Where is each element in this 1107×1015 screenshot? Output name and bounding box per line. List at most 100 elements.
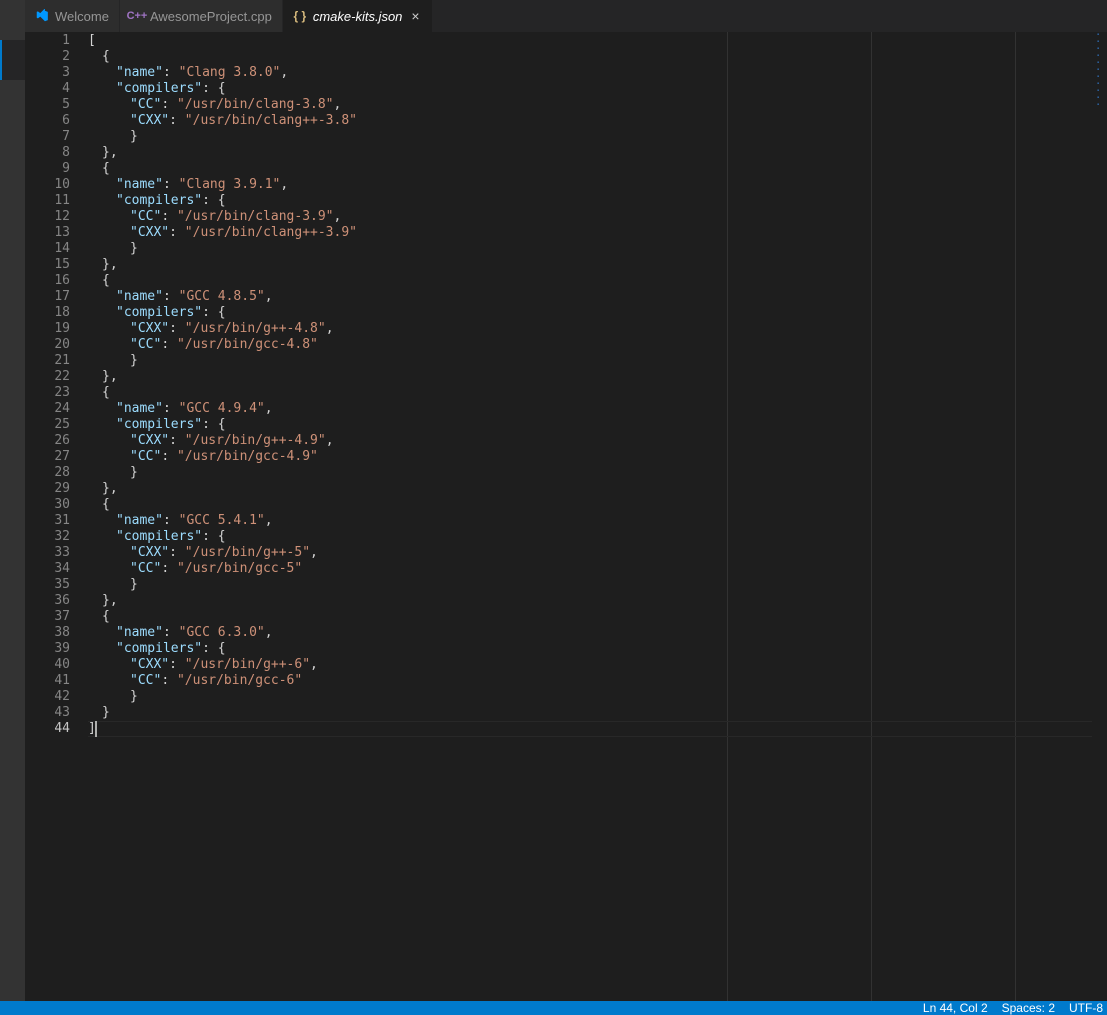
code-line[interactable]: "name": "Clang 3.9.1", [88, 177, 1107, 193]
code-line[interactable]: "CXX": "/usr/bin/g++-5", [88, 545, 1107, 561]
code-line[interactable]: } [88, 241, 1107, 257]
code-line[interactable]: [ [88, 33, 1107, 49]
code-line[interactable]: "CC": "/usr/bin/gcc-6" [88, 673, 1107, 689]
code-line[interactable]: ] [88, 721, 1107, 737]
line-number: 5 [25, 97, 70, 113]
code-line[interactable]: { [88, 497, 1107, 513]
line-number: 27 [25, 449, 70, 465]
tab-label: AwesomeProject.cpp [150, 9, 272, 24]
code-line[interactable]: "CC": "/usr/bin/gcc-4.9" [88, 449, 1107, 465]
status-encoding[interactable]: UTF-8 [1069, 1001, 1103, 1015]
code-line[interactable]: }, [88, 481, 1107, 497]
code-line[interactable]: "compilers": { [88, 529, 1107, 545]
code-line[interactable]: }, [88, 593, 1107, 609]
line-number: 7 [25, 129, 70, 145]
code-line[interactable]: "CC": "/usr/bin/gcc-5" [88, 561, 1107, 577]
close-icon[interactable]: × [408, 9, 422, 23]
line-number: 16 [25, 273, 70, 289]
line-number: 24 [25, 401, 70, 417]
code-line[interactable]: "name": "GCC 4.8.5", [88, 289, 1107, 305]
code-line[interactable]: "name": "GCC 6.3.0", [88, 625, 1107, 641]
line-number: 44 [25, 721, 70, 737]
text-cursor [95, 721, 97, 737]
line-number: 31 [25, 513, 70, 529]
line-number: 22 [25, 369, 70, 385]
code-line[interactable]: "compilers": { [88, 81, 1107, 97]
line-number: 20 [25, 337, 70, 353]
line-number: 9 [25, 161, 70, 177]
code-line[interactable]: "CXX": "/usr/bin/clang++-3.8" [88, 113, 1107, 129]
code-line[interactable]: }, [88, 369, 1107, 385]
code-line[interactable]: } [88, 689, 1107, 705]
code-area[interactable]: [{"name": "Clang 3.8.0","compilers": {"C… [88, 32, 1107, 1001]
line-number: 41 [25, 673, 70, 689]
code-line[interactable]: "CXX": "/usr/bin/g++-4.8", [88, 321, 1107, 337]
code-line[interactable]: "name": "Clang 3.8.0", [88, 65, 1107, 81]
line-number: 26 [25, 433, 70, 449]
line-number: 40 [25, 657, 70, 673]
code-line[interactable]: "CC": "/usr/bin/gcc-4.8" [88, 337, 1107, 353]
code-line[interactable]: "compilers": { [88, 641, 1107, 657]
line-number: 3 [25, 65, 70, 81]
editor[interactable]: 1234567891011121314151617181920212223242… [25, 32, 1107, 1001]
tab-label: Welcome [55, 9, 109, 24]
code-line[interactable]: "CXX": "/usr/bin/g++-4.9", [88, 433, 1107, 449]
line-number: 23 [25, 385, 70, 401]
line-number-gutter: 1234567891011121314151617181920212223242… [25, 32, 88, 1001]
code-line[interactable]: } [88, 129, 1107, 145]
code-line[interactable]: "name": "GCC 4.9.4", [88, 401, 1107, 417]
json-icon: { } [293, 9, 307, 23]
code-line[interactable]: "compilers": { [88, 305, 1107, 321]
cpp-icon: C++ [130, 9, 144, 23]
line-number: 12 [25, 209, 70, 225]
line-number: 38 [25, 625, 70, 641]
activity-search-icon[interactable] [0, 40, 25, 80]
code-line[interactable]: "CXX": "/usr/bin/g++-6", [88, 657, 1107, 673]
code-line[interactable]: "CC": "/usr/bin/clang-3.9", [88, 209, 1107, 225]
code-line[interactable]: { [88, 609, 1107, 625]
code-line[interactable]: "compilers": { [88, 193, 1107, 209]
line-number: 11 [25, 193, 70, 209]
line-number: 13 [25, 225, 70, 241]
code-line[interactable]: } [88, 465, 1107, 481]
activity-bar [0, 0, 25, 1001]
code-line[interactable]: { [88, 49, 1107, 65]
minimap[interactable]: ▪▪▪▪▪▪▪▪▪▪▪ [1097, 32, 1107, 109]
activity-files-icon[interactable] [0, 0, 25, 40]
activity-scm-icon[interactable] [0, 80, 25, 120]
line-number: 37 [25, 609, 70, 625]
code-line[interactable]: }, [88, 257, 1107, 273]
code-line[interactable]: "name": "GCC 5.4.1", [88, 513, 1107, 529]
line-number: 43 [25, 705, 70, 721]
code-line[interactable]: } [88, 353, 1107, 369]
line-number: 30 [25, 497, 70, 513]
tab-awesomeproject-cpp[interactable]: C++ AwesomeProject.cpp [120, 0, 283, 32]
status-indent[interactable]: Spaces: 2 [1002, 1001, 1055, 1015]
line-number: 19 [25, 321, 70, 337]
code-line[interactable]: "compilers": { [88, 417, 1107, 433]
code-line[interactable]: { [88, 273, 1107, 289]
line-number: 4 [25, 81, 70, 97]
line-number: 25 [25, 417, 70, 433]
code-line[interactable]: "CXX": "/usr/bin/clang++-3.9" [88, 225, 1107, 241]
tab-bar: Welcome C++ AwesomeProject.cpp { }cmake-kit… [25, 0, 1107, 32]
vscode-icon [35, 9, 49, 23]
line-number: 14 [25, 241, 70, 257]
tab-cmake-kits-json[interactable]: { }cmake-kits.json× [283, 0, 434, 32]
status-cursor-position[interactable]: Ln 44, Col 2 [923, 1001, 988, 1015]
line-number: 21 [25, 353, 70, 369]
line-number: 34 [25, 561, 70, 577]
line-number: 18 [25, 305, 70, 321]
code-line[interactable]: "CC": "/usr/bin/clang-3.8", [88, 97, 1107, 113]
line-number: 8 [25, 145, 70, 161]
line-number: 32 [25, 529, 70, 545]
line-number: 15 [25, 257, 70, 273]
code-line[interactable]: { [88, 161, 1107, 177]
activity-settings-icon[interactable] [0, 941, 25, 981]
code-line[interactable]: }, [88, 145, 1107, 161]
status-bar: Ln 44, Col 2 Spaces: 2 UTF-8 [0, 1001, 1107, 1015]
code-line[interactable]: } [88, 705, 1107, 721]
code-line[interactable]: } [88, 577, 1107, 593]
tab-welcome[interactable]: Welcome [25, 0, 120, 32]
code-line[interactable]: { [88, 385, 1107, 401]
